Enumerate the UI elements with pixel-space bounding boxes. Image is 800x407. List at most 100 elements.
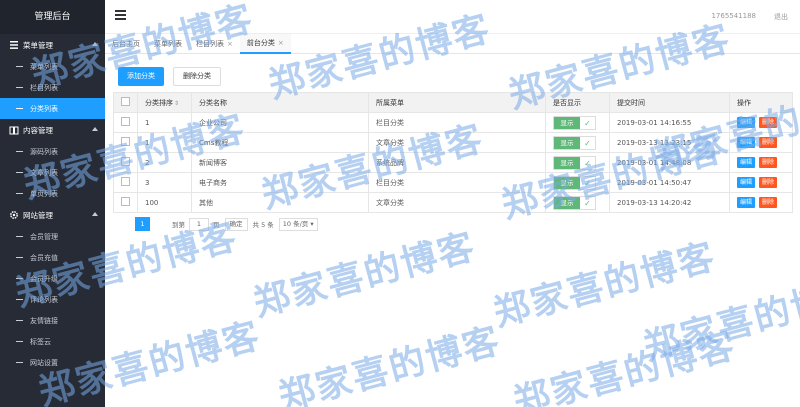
hamburger-icon[interactable] bbox=[115, 10, 126, 20]
table-row: 2 新闻博客 系统品牌 显示 ✓ 2019-03-01 14:48:08 编辑 删除 bbox=[113, 152, 793, 173]
tab-home[interactable]: 后台主页 bbox=[105, 34, 147, 54]
check-icon: ✓ bbox=[580, 116, 595, 129]
cell-menu: 系统品牌 bbox=[368, 152, 546, 173]
cell-menu: 栏目分类 bbox=[368, 172, 546, 193]
page-size-select[interactable]: 10 条/页 ▾ bbox=[278, 217, 318, 231]
column-header-show: 是否显示 bbox=[545, 92, 610, 113]
sidebar: 管理后台 菜单管理 菜单列表 栏目列表 分类列表 内容管理 源码列表 文章列表 … bbox=[0, 0, 105, 407]
cell-sort: 3 bbox=[137, 172, 192, 193]
delete-button[interactable]: 删除 bbox=[759, 117, 778, 128]
gear-icon bbox=[10, 211, 18, 219]
caret-up-icon bbox=[92, 127, 98, 131]
sidebar-item-site-settings[interactable]: 网站设置 bbox=[0, 352, 105, 373]
show-toggle[interactable]: 显示 ✓ bbox=[553, 175, 596, 190]
sidebar-item-tag-cloud[interactable]: 标签云 bbox=[0, 331, 105, 352]
sidebar-group-menu[interactable]: 菜单管理 bbox=[0, 34, 105, 56]
cell-time: 2019-03-13 13:23:15 bbox=[609, 132, 730, 153]
show-toggle[interactable]: 显示 ✓ bbox=[553, 115, 596, 130]
page-current[interactable]: 1 bbox=[135, 217, 150, 231]
cell-menu: 文章分类 bbox=[368, 132, 546, 153]
sidebar-item-source-list[interactable]: 源码列表 bbox=[0, 141, 105, 162]
menu-icon bbox=[10, 41, 18, 49]
edit-button[interactable]: 编辑 bbox=[737, 177, 756, 188]
top-header: 1765541188 退出 bbox=[105, 0, 800, 34]
delete-button[interactable]: 删除 bbox=[759, 177, 778, 188]
brand-title: 管理后台 bbox=[0, 0, 105, 34]
caret-up-icon bbox=[92, 42, 98, 46]
select-all-checkbox[interactable] bbox=[121, 97, 130, 106]
close-icon[interactable]: × bbox=[227, 34, 233, 54]
edit-button[interactable]: 编辑 bbox=[737, 117, 756, 128]
sidebar-item-member-manage[interactable]: 会员管理 bbox=[0, 226, 105, 247]
goto-confirm-button[interactable]: 确定 bbox=[224, 217, 248, 231]
row-checkbox[interactable] bbox=[121, 117, 130, 126]
row-checkbox[interactable] bbox=[121, 197, 130, 206]
row-checkbox[interactable] bbox=[121, 177, 130, 186]
edit-button[interactable]: 编辑 bbox=[737, 137, 756, 148]
sidebar-item-comment-list[interactable]: 评论列表 bbox=[0, 289, 105, 310]
user-account[interactable]: 1765541188 bbox=[711, 12, 756, 20]
close-icon[interactable]: × bbox=[278, 33, 284, 53]
goto-page-input[interactable]: 1 bbox=[189, 217, 209, 231]
sidebar-item-member-upgrade[interactable]: 会员升级 bbox=[0, 268, 105, 289]
sort-icon[interactable]: ⇕ bbox=[174, 100, 179, 107]
tab-front-category[interactable]: 前台分类 × bbox=[239, 33, 291, 54]
show-toggle[interactable]: 显示 ✓ bbox=[553, 135, 596, 150]
show-toggle[interactable]: 显示 ✓ bbox=[553, 195, 596, 210]
add-category-button[interactable]: 添加分类 bbox=[118, 67, 164, 86]
cell-time: 2019-03-13 14:20:42 bbox=[609, 192, 730, 213]
delete-button[interactable]: 删除 bbox=[759, 197, 778, 208]
delete-category-button[interactable]: 删除分类 bbox=[173, 67, 221, 86]
sidebar-group-label: 菜单管理 bbox=[23, 40, 53, 50]
pagination: 1 到第 1 页 确定 共 5 条 10 条/页 ▾ bbox=[135, 217, 318, 231]
column-header-actions: 操作 bbox=[729, 92, 793, 113]
column-header-time: 提交时间 bbox=[609, 92, 730, 113]
cell-time: 2019-03-01 14:48:08 bbox=[609, 152, 730, 173]
sidebar-group-content[interactable]: 内容管理 bbox=[0, 119, 105, 141]
cell-menu: 栏目分类 bbox=[368, 112, 546, 133]
show-toggle[interactable]: 显示 ✓ bbox=[553, 155, 596, 170]
check-icon: ✓ bbox=[580, 156, 595, 169]
sidebar-item-menu-list[interactable]: 菜单列表 bbox=[0, 56, 105, 77]
cell-name: 电子商务 bbox=[191, 172, 369, 193]
column-header-menu: 所属菜单 bbox=[368, 92, 546, 113]
tab-bar: 后台主页 菜单列表 栏目列表 × 前台分类 × bbox=[105, 34, 800, 54]
edit-button[interactable]: 编辑 bbox=[737, 157, 756, 168]
check-icon: ✓ bbox=[580, 176, 595, 189]
caret-up-icon bbox=[92, 212, 98, 216]
logout-link[interactable]: 退出 bbox=[774, 12, 788, 22]
table-row: 100 其他 文章分类 显示 ✓ 2019-03-13 14:20:42 编辑 删除 bbox=[113, 192, 793, 213]
check-icon: ✓ bbox=[580, 196, 595, 209]
table-row: 3 电子商务 栏目分类 显示 ✓ 2019-03-01 14:50:47 编辑 删除 bbox=[113, 172, 793, 193]
cell-menu: 文章分类 bbox=[368, 192, 546, 213]
goto-suffix: 页 bbox=[213, 221, 220, 229]
table-header-row: 分类排序⇕ 分类名称 所属菜单 是否显示 提交时间 操作 bbox=[113, 92, 793, 113]
cell-name: Cms教程 bbox=[191, 132, 369, 153]
row-checkbox[interactable] bbox=[121, 137, 130, 146]
delete-button[interactable]: 删除 bbox=[759, 157, 778, 168]
table-row: 1 企业公司 栏目分类 显示 ✓ 2019-03-01 14:16:55 编辑 删除 bbox=[113, 112, 793, 133]
sidebar-item-page-list[interactable]: 单页列表 bbox=[0, 183, 105, 204]
row-checkbox[interactable] bbox=[121, 157, 130, 166]
sidebar-group-label: 网站管理 bbox=[23, 210, 53, 220]
tab-column-list[interactable]: 栏目列表 × bbox=[189, 34, 240, 54]
sidebar-item-column-list[interactable]: 栏目列表 bbox=[0, 77, 105, 98]
column-header-name: 分类名称 bbox=[191, 92, 369, 113]
delete-button[interactable]: 删除 bbox=[759, 137, 778, 148]
sidebar-item-friend-links[interactable]: 友情链接 bbox=[0, 310, 105, 331]
sidebar-item-member-recharge[interactable]: 会员充值 bbox=[0, 247, 105, 268]
cell-time: 2019-03-01 14:50:47 bbox=[609, 172, 730, 193]
sidebar-item-category-list[interactable]: 分类列表 bbox=[0, 98, 105, 119]
table-row: 1 Cms教程 文章分类 显示 ✓ 2019-03-13 13:23:15 编辑 删除 bbox=[113, 132, 793, 153]
sidebar-group-label: 内容管理 bbox=[23, 125, 53, 135]
tab-menu-list[interactable]: 菜单列表 bbox=[147, 34, 189, 54]
edit-button[interactable]: 编辑 bbox=[737, 197, 756, 208]
cell-name: 企业公司 bbox=[191, 112, 369, 133]
sidebar-group-site[interactable]: 网站管理 bbox=[0, 204, 105, 226]
main-content: 添加分类 删除分类 分类排序⇕ 分类名称 所属菜单 是否显示 提交时间 操作 1… bbox=[105, 54, 800, 407]
column-header-sort[interactable]: 分类排序⇕ bbox=[137, 92, 192, 113]
content-icon bbox=[9, 126, 19, 135]
total-count: 共 5 条 bbox=[252, 221, 274, 229]
cell-name: 新闻博客 bbox=[191, 152, 369, 173]
sidebar-item-article-list[interactable]: 文章列表 bbox=[0, 162, 105, 183]
